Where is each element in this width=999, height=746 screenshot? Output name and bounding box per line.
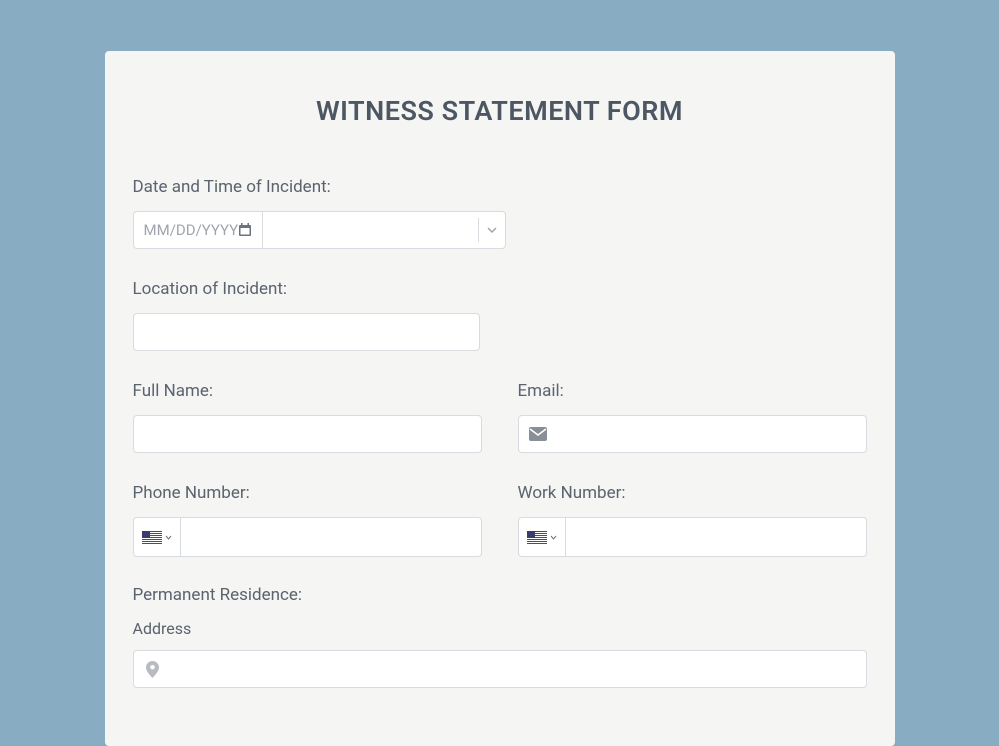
email-input-wrapper — [518, 415, 867, 453]
residence-label: Permanent Residence: — [133, 585, 867, 605]
form-container: WITNESS STATEMENT FORM Date and Time of … — [105, 51, 895, 746]
full-name-group: Full Name: — [133, 381, 482, 453]
time-select-input[interactable] — [271, 222, 470, 239]
date-input[interactable]: MM/DD/YYYY — [133, 211, 264, 249]
phone-row: Phone Number: Work Number: — [133, 483, 867, 557]
chevron-down-icon — [165, 534, 172, 541]
location-input[interactable] — [133, 313, 480, 351]
work-phone-label: Work Number: — [518, 483, 867, 503]
phone-flag-selector[interactable] — [134, 518, 181, 556]
phone-label: Phone Number: — [133, 483, 482, 503]
address-input-wrapper — [133, 650, 867, 688]
name-email-row: Full Name: Email: — [133, 381, 867, 453]
date-time-inputs: MM/DD/YYYY — [133, 211, 454, 249]
chevron-down-icon — [487, 225, 497, 235]
phone-group: Phone Number: — [133, 483, 482, 557]
date-placeholder: MM/DD/YYYY — [144, 221, 239, 239]
time-select-divider — [478, 218, 479, 242]
full-name-label: Full Name: — [133, 381, 482, 401]
email-input[interactable] — [555, 416, 866, 452]
email-group: Email: — [518, 381, 867, 453]
residence-group: Permanent Residence: Address — [133, 585, 867, 688]
work-flag-selector[interactable] — [519, 518, 566, 556]
phone-input-wrapper — [133, 517, 482, 557]
address-input[interactable] — [167, 651, 866, 687]
us-flag-icon — [142, 531, 162, 544]
map-pin-icon — [146, 661, 159, 678]
email-label: Email: — [518, 381, 867, 401]
work-phone-input[interactable] — [566, 518, 866, 556]
location-group: Location of Incident: — [133, 279, 867, 351]
email-icon — [529, 427, 547, 441]
address-sublabel: Address — [133, 619, 867, 638]
time-select[interactable] — [263, 211, 506, 249]
location-label: Location of Incident: — [133, 279, 867, 299]
form-title: WITNESS STATEMENT FORM — [133, 95, 867, 127]
chevron-down-icon — [550, 534, 557, 541]
work-phone-input-wrapper — [518, 517, 867, 557]
phone-input[interactable] — [181, 518, 481, 556]
us-flag-icon — [527, 531, 547, 544]
date-time-group: Date and Time of Incident: MM/DD/YYYY — [133, 177, 867, 249]
work-phone-group: Work Number: — [518, 483, 867, 557]
calendar-icon — [238, 223, 252, 237]
full-name-input[interactable] — [133, 415, 482, 453]
date-time-label: Date and Time of Incident: — [133, 177, 867, 197]
